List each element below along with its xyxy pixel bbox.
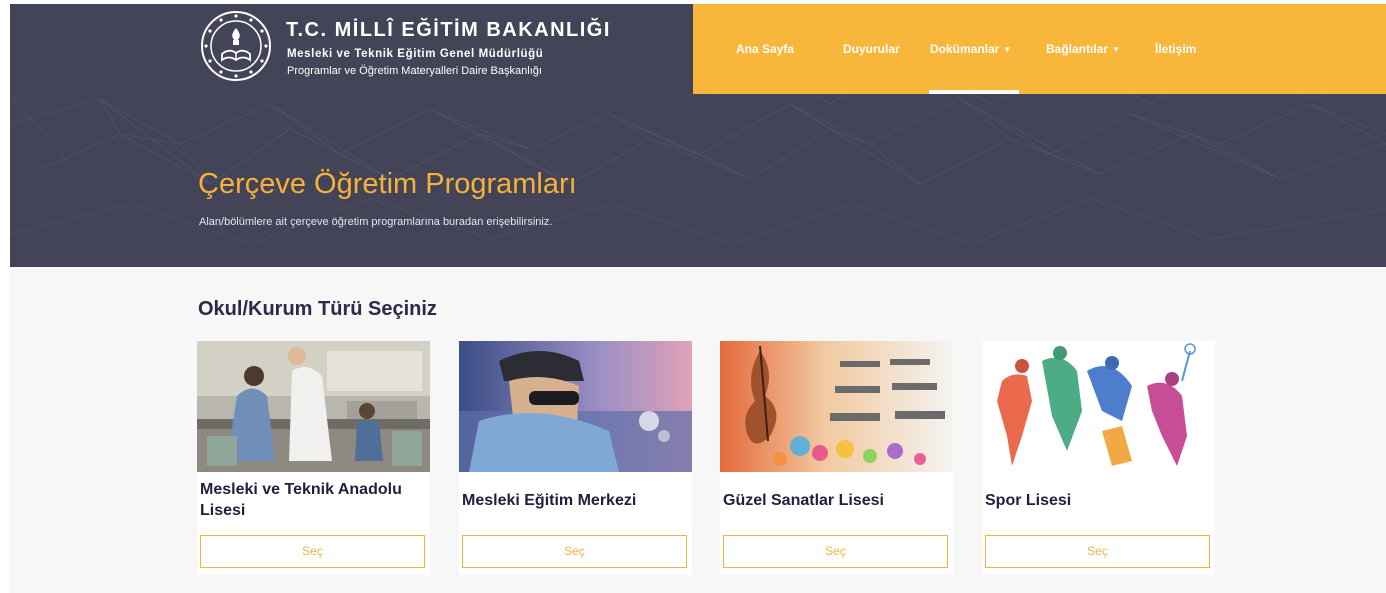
nav-item-links[interactable]: Bağlantılar ▼	[1046, 42, 1120, 56]
nav-item-contact[interactable]: İletişim	[1155, 42, 1196, 56]
page: Ana Sayfa Duyurular Dokümanlar ▼ Bağlantı…	[10, 4, 1386, 593]
page-subtitle: Alan/bölümlere ait çerçeve öğretim progr…	[199, 216, 553, 228]
chevron-down-icon: ▼	[1112, 45, 1120, 54]
athletes-watercolor-art	[982, 341, 1215, 472]
section-heading: Okul/Kurum Türü Seçiniz	[198, 298, 437, 320]
select-button[interactable]: Seç	[462, 535, 687, 568]
card-title: Güzel Sanatlar Lisesi	[723, 492, 884, 509]
school-type-card: Spor Lisesi Seç	[982, 341, 1215, 575]
page-title: Çerçeve Öğretim Programları	[198, 168, 577, 200]
card-title: Mesleki Eğitim Merkezi	[462, 492, 637, 509]
directorate-name: Mesleki ve Teknik Eğitim Genel Müdürlüğü	[287, 48, 544, 60]
school-type-card: Mesleki ve Teknik Anadolu Lisesi Seç	[197, 341, 430, 575]
department-name: Programlar ve Öğretim Materyalleri Daire…	[287, 65, 542, 77]
select-button[interactable]: Seç	[723, 535, 948, 568]
nav-item-documents[interactable]: Dokümanlar ▼	[930, 42, 1011, 56]
card-title: Mesleki ve Teknik Anadolu Lisesi	[200, 481, 402, 519]
violin-classroom-art	[720, 341, 953, 472]
hero-banner: Ana Sayfa Duyurular Dokümanlar ▼ Bağlantı…	[10, 4, 1386, 267]
card-title: Spor Lisesi	[985, 492, 1072, 509]
ministry-title[interactable]: T.C. MİLLÎ EĞİTİM BAKANLIĞI	[286, 19, 611, 42]
chevron-down-icon: ▼	[1003, 45, 1012, 54]
welding-student-photo	[459, 341, 692, 472]
ministry-seal-icon[interactable]	[200, 10, 272, 82]
laboratory-students-photo	[197, 341, 430, 472]
nav-active-indicator	[929, 90, 1019, 94]
nav-item-announcements[interactable]: Duyurular	[843, 42, 900, 56]
top-navigation: Ana Sayfa Duyurular Dokümanlar ▼ Bağlantı…	[693, 4, 1386, 94]
select-button[interactable]: Seç	[985, 535, 1210, 568]
school-type-card: Mesleki Eğitim Merkezi Seç	[459, 341, 692, 575]
school-type-card: Güzel Sanatlar Lisesi Seç	[720, 341, 953, 575]
select-button[interactable]: Seç	[200, 535, 425, 568]
nav-item-home[interactable]: Ana Sayfa	[736, 42, 794, 56]
